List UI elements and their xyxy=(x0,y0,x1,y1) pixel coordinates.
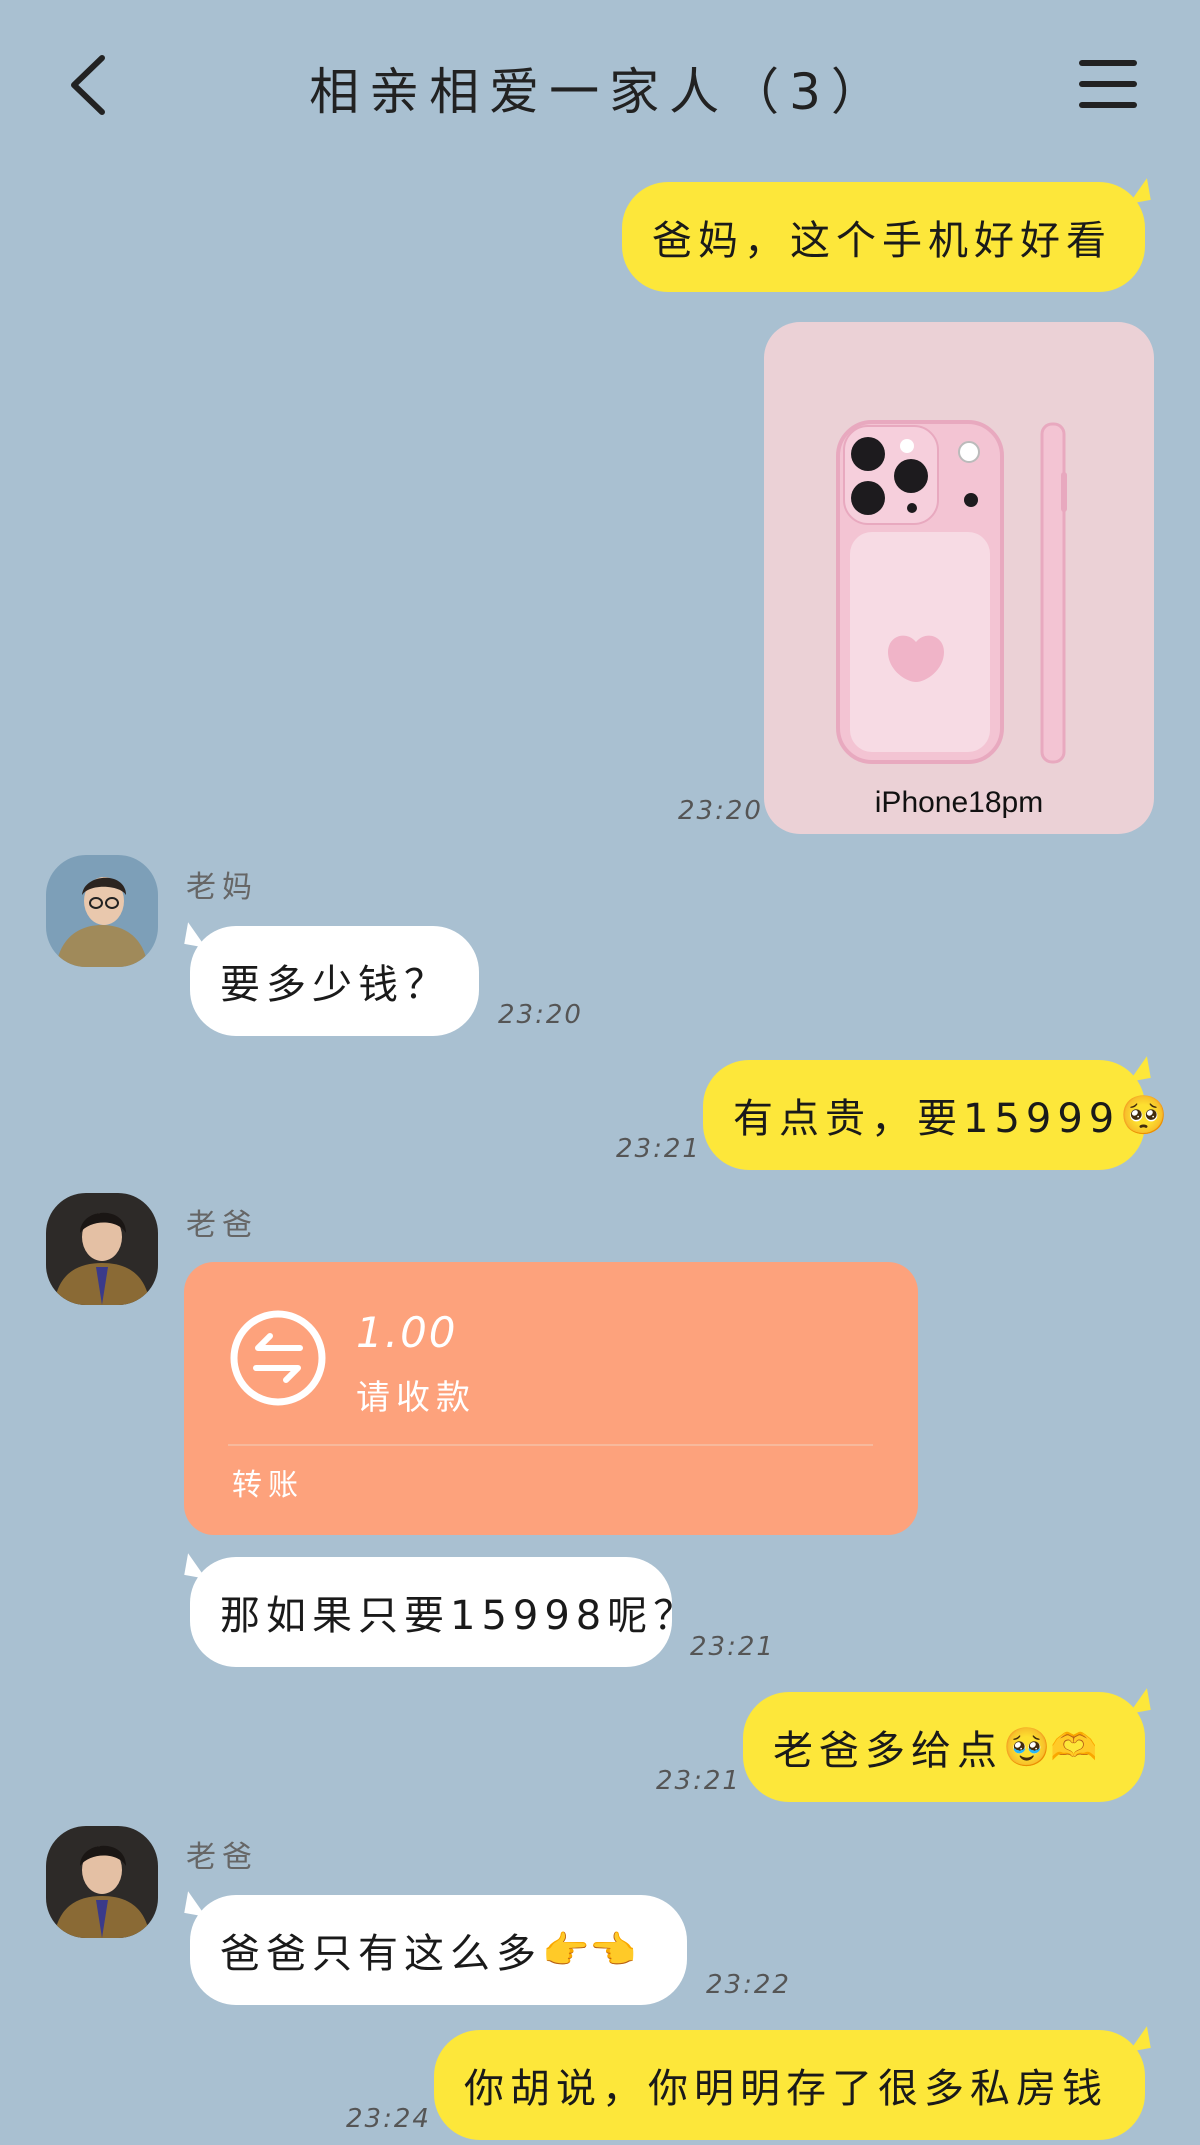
message-text: 要多少钱？ xyxy=(220,962,450,1008)
my-message-bubble[interactable]: 爸妈，这个手机好好看 xyxy=(622,182,1145,292)
pink-phone-image xyxy=(836,420,1067,764)
message-text: 那如果只要15998呢？ xyxy=(220,1593,700,1639)
image-caption: iPhone18pm xyxy=(874,786,1044,819)
teary-face-heart-hands-emoji: 🥹🫶 xyxy=(1003,1724,1098,1769)
image-message-card[interactable] xyxy=(764,322,1154,834)
divider xyxy=(228,1444,873,1446)
transfer-arrows-icon xyxy=(228,1308,328,1408)
message-text: 爸妈，这个手机好好看 xyxy=(652,218,1112,264)
timestamp: 23:21 xyxy=(656,1766,741,1796)
their-message-bubble[interactable]: 爸爸只有这么多 👉👈 xyxy=(190,1895,687,2005)
transfer-subtitle: 请收款 xyxy=(356,1378,476,1418)
sender-name: 老爸 xyxy=(186,1840,258,1875)
chat-title: 相亲相爱一家人（3） xyxy=(309,63,891,121)
message-text: 老爸多给点 xyxy=(773,1728,1003,1774)
timestamp: 23:21 xyxy=(616,1134,701,1164)
message-text: 爸爸只有这么多 xyxy=(220,1931,542,1977)
transfer-label: 转账 xyxy=(232,1468,304,1503)
their-message-bubble[interactable]: 那如果只要15998呢？ xyxy=(190,1557,693,1667)
pleading-face-emoji: 🥺 xyxy=(1120,1092,1168,1137)
avatar-dad[interactable] xyxy=(46,1193,158,1305)
hamburger-menu-icon[interactable] xyxy=(1078,58,1138,110)
timestamp: 23:24 xyxy=(346,2104,431,2134)
timestamp: 23:22 xyxy=(706,1970,791,2000)
avatar-dad[interactable] xyxy=(46,1826,158,1938)
sender-name: 老爸 xyxy=(186,1208,258,1243)
my-message-bubble[interactable]: 有点贵，要15999 🥺 xyxy=(703,1060,1168,1170)
pointing-fingers-emoji: 👉👈 xyxy=(542,1927,637,1972)
message-text: 有点贵，要15999 xyxy=(733,1096,1121,1142)
sender-name: 老妈 xyxy=(186,870,258,905)
transfer-amount: 1.00 xyxy=(356,1308,458,1357)
timestamp: 23:21 xyxy=(690,1632,775,1662)
message-text: 你胡说，你明明存了很多私房钱 xyxy=(464,2066,1108,2112)
timestamp: 23:20 xyxy=(678,796,763,826)
their-message-bubble[interactable]: 要多少钱？ xyxy=(190,926,479,1036)
timestamp: 23:20 xyxy=(498,1000,583,1030)
avatar-mom[interactable] xyxy=(46,855,158,967)
my-message-bubble[interactable]: 老爸多给点 🥹🫶 xyxy=(743,1692,1145,1802)
my-message-bubble[interactable]: 你胡说，你明明存了很多私房钱 xyxy=(434,2030,1145,2140)
